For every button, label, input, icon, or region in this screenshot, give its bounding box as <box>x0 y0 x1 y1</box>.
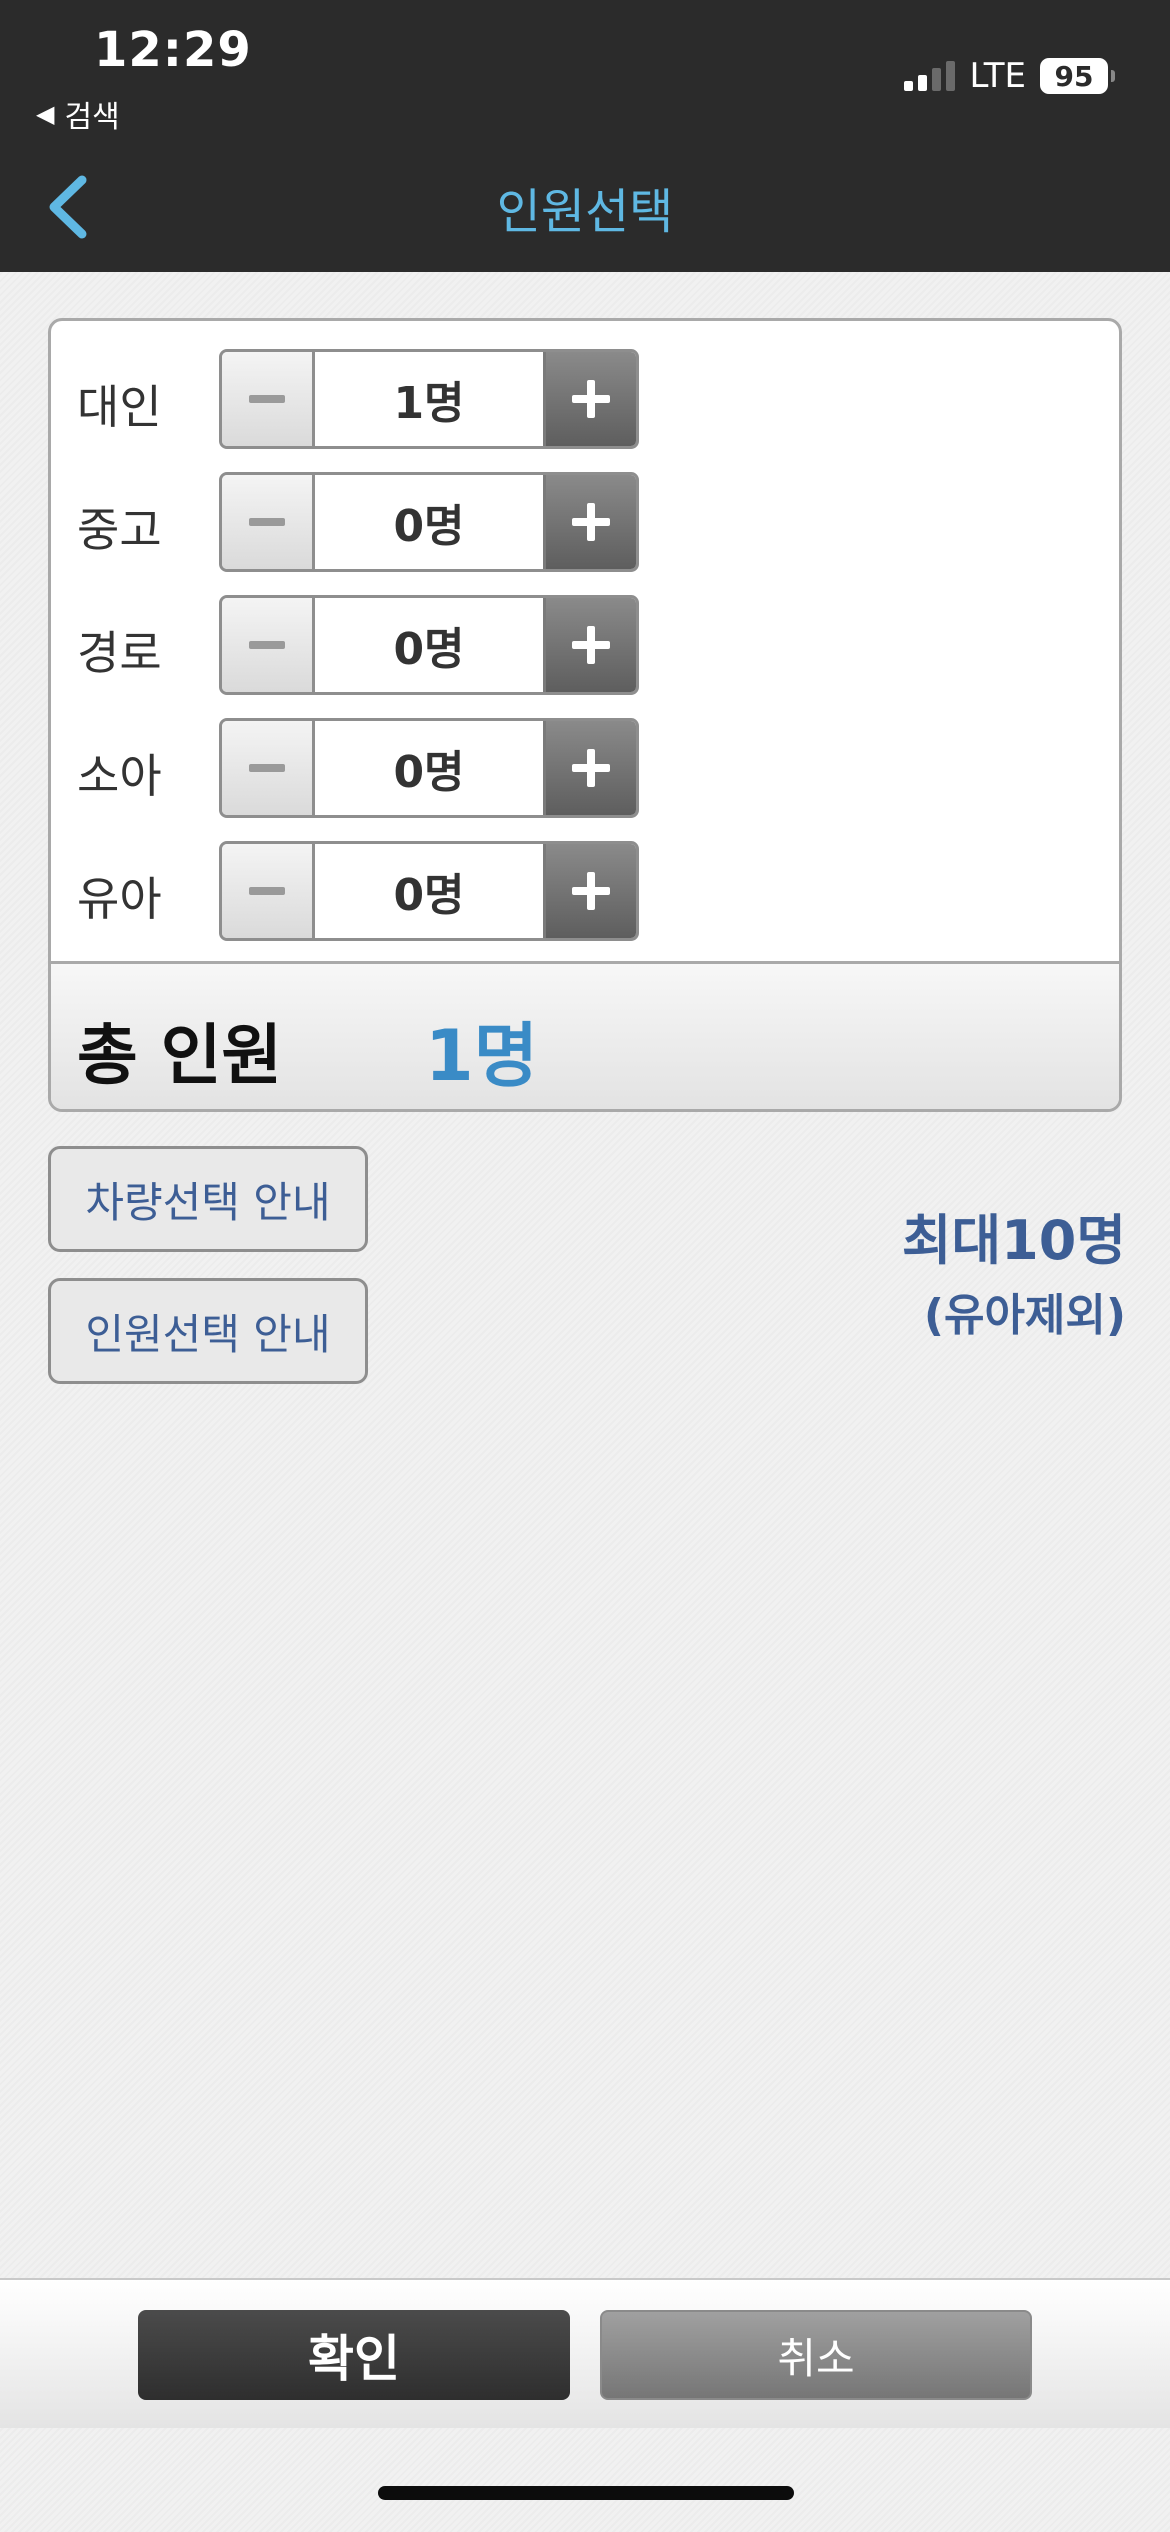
passenger-label: 소아 <box>77 749 162 803</box>
status-indicators: LTE 95 <box>904 56 1115 96</box>
total-value: 1명 <box>425 1015 539 1097</box>
page-title: 인원선택 <box>496 184 674 240</box>
decrement-button[interactable] <box>222 721 315 815</box>
increment-button[interactable] <box>543 844 636 938</box>
network-type: LTE <box>969 56 1026 96</box>
quantity-value: 0명 <box>393 501 465 552</box>
increment-button[interactable] <box>543 721 636 815</box>
status-back-label: 검색 <box>64 100 120 135</box>
quantity-value: 0명 <box>393 870 465 921</box>
minus-icon <box>249 518 285 526</box>
decrement-button[interactable] <box>222 475 315 569</box>
quantity-stepper: 0명 <box>219 472 639 572</box>
vehicle-guide-button[interactable]: 차량선택 안내 <box>48 1146 368 1252</box>
quantity-value: 0명 <box>393 624 465 675</box>
decrement-button[interactable] <box>222 598 315 692</box>
increment-button[interactable] <box>543 352 636 446</box>
quantity-value: 0명 <box>393 747 465 798</box>
battery-icon: 95 <box>1040 58 1115 94</box>
passenger-row-infant: 유아 0명 <box>51 839 1119 941</box>
max-note-line2: (유아제외) <box>923 1290 1126 1341</box>
minus-icon <box>249 764 285 772</box>
minus-icon <box>249 641 285 649</box>
decrement-button[interactable] <box>222 844 315 938</box>
passenger-label: 유아 <box>77 872 162 926</box>
quantity-stepper: 0명 <box>219 718 639 818</box>
decrement-button[interactable] <box>222 352 315 446</box>
passenger-row-adult: 대인 1명 <box>51 347 1119 449</box>
passenger-label: 경로 <box>77 626 162 680</box>
passenger-label: 중고 <box>77 503 162 557</box>
status-time: 12:29 <box>94 22 252 78</box>
max-note-line1: 최대10명 <box>901 1209 1126 1272</box>
total-passengers: 총 인원 1명 <box>51 961 1119 1109</box>
minus-icon <box>249 395 285 403</box>
passenger-row-youth: 중고 0명 <box>51 470 1119 572</box>
passenger-guide-button[interactable]: 인원선택 안내 <box>48 1278 368 1384</box>
confirm-button[interactable]: 확인 <box>138 2310 570 2400</box>
back-triangle-icon: ◀ <box>36 100 55 128</box>
battery-level: 95 <box>1054 59 1094 93</box>
max-passenger-note: 최대10명 (유아제외) <box>902 1196 1126 1343</box>
signal-icon <box>904 61 956 91</box>
cancel-button[interactable]: 취소 <box>600 2310 1032 2400</box>
increment-button[interactable] <box>543 475 636 569</box>
passenger-row-child: 소아 0명 <box>51 716 1119 818</box>
bottom-action-bar: 확인 취소 <box>0 2278 1170 2428</box>
quantity-value: 1명 <box>393 378 465 429</box>
total-label: 총 인원 <box>77 1017 283 1094</box>
quantity-stepper: 0명 <box>219 841 639 941</box>
status-back-link[interactable]: ◀ 검색 <box>36 92 120 136</box>
passenger-label: 대인 <box>77 380 162 434</box>
quantity-stepper: 0명 <box>219 595 639 695</box>
increment-button[interactable] <box>543 598 636 692</box>
passenger-row-senior: 경로 0명 <box>51 593 1119 695</box>
top-bar: 12:29 ◀ 검색 LTE 95 인원선택 <box>0 0 1170 272</box>
home-indicator[interactable] <box>378 2486 794 2500</box>
quantity-stepper: 1명 <box>219 349 639 449</box>
minus-icon <box>249 887 285 895</box>
passenger-panel: 대인 1명 중고 0명 경로 0명 소아 0명 유아 0명 총 인원 1명 <box>48 318 1122 1112</box>
